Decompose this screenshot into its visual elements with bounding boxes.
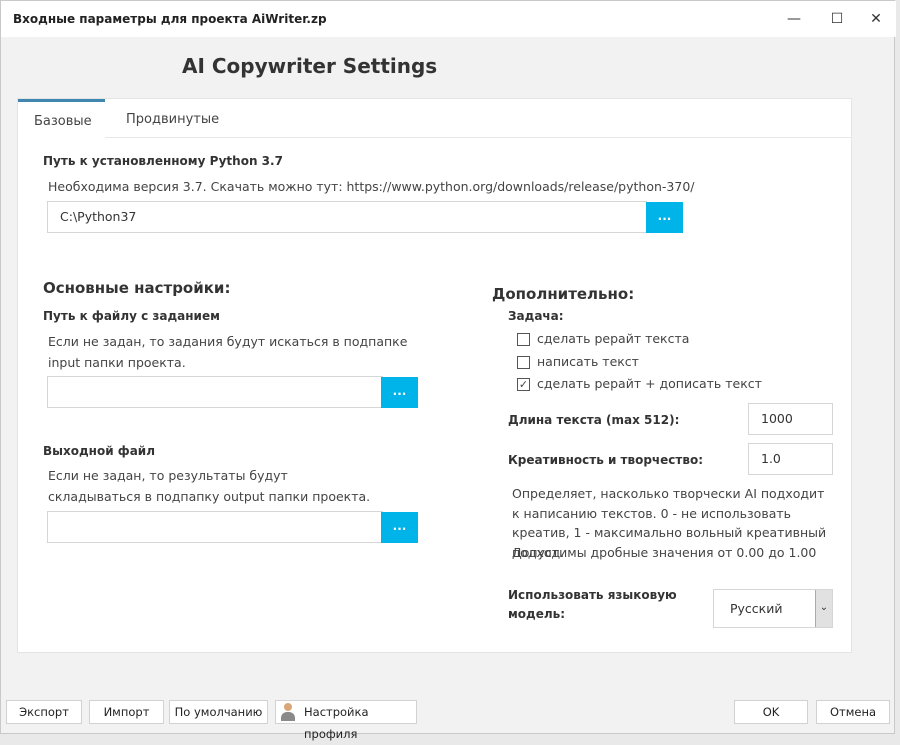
- maximize-button[interactable]: ☐: [815, 5, 859, 33]
- output-file-input[interactable]: [47, 511, 383, 543]
- python-path-hint: Необходима версия 3.7. Скачать можно тут…: [48, 179, 695, 194]
- python-path-label: Путь к установленному Python 3.7: [43, 154, 283, 168]
- option-label: сделать рерайт + дописать текст: [537, 376, 762, 391]
- minimize-button[interactable]: —: [772, 5, 816, 33]
- title-bar: Входные параметры для проекта AiWriter.z…: [1, 1, 896, 37]
- default-button[interactable]: По умолчанию: [169, 700, 268, 724]
- tab-advanced[interactable]: Продвинутые: [110, 99, 235, 138]
- output-file-browse-button[interactable]: ...: [381, 512, 418, 543]
- length-input[interactable]: 1000: [748, 403, 833, 435]
- profile-settings-button[interactable]: Настройка профиля: [275, 700, 417, 741]
- length-label: Длина текста (max 512):: [508, 413, 680, 427]
- task-file-input[interactable]: [47, 376, 383, 408]
- export-button[interactable]: Экспорт: [6, 700, 82, 724]
- chevron-down-icon[interactable]: ⌄: [815, 590, 832, 627]
- settings-panel: Базовые Продвинутые Путь к установленном…: [17, 98, 852, 653]
- model-label: Использовать языковую модель:: [508, 588, 677, 621]
- output-file-label: Выходной файл: [43, 444, 155, 458]
- window-title: Входные параметры для проекта AiWriter.z…: [13, 12, 327, 26]
- import-button[interactable]: Импорт: [89, 700, 164, 724]
- checkbox[interactable]: [517, 333, 530, 346]
- output-file-hint: Если не задан, то результаты будут склад…: [48, 468, 371, 504]
- settings-dialog: Входные параметры для проекта AiWriter.z…: [0, 0, 896, 741]
- task-file-label: Путь к файлу с заданием: [43, 309, 220, 323]
- profile-settings-label: Настройка профиля: [304, 705, 369, 741]
- model-select[interactable]: Русский ⌄: [713, 589, 833, 628]
- checkbox[interactable]: [517, 356, 530, 369]
- creativity-label: Креативность и творчество:: [508, 453, 704, 467]
- cancel-button[interactable]: Отмена: [816, 700, 890, 724]
- ok-button[interactable]: OK: [734, 700, 808, 724]
- option-label: написать текст: [537, 354, 639, 369]
- creativity-range: Допустимы дробные значения от 0.00 до 1.…: [512, 545, 817, 560]
- checkbox-checked[interactable]: ✓: [517, 378, 530, 391]
- option-label: сделать рерайт текста: [537, 331, 690, 346]
- task-file-browse-button[interactable]: ...: [381, 377, 418, 408]
- tab-basic[interactable]: Базовые: [18, 99, 105, 138]
- task-label: Задача:: [508, 309, 564, 323]
- page-title: AI Copywriter Settings: [182, 54, 438, 78]
- python-path-input[interactable]: C:\Python37: [47, 201, 647, 233]
- python-browse-button[interactable]: ...: [646, 202, 683, 233]
- main-settings-title: Основные настройки:: [43, 279, 231, 297]
- creativity-input[interactable]: 1.0: [748, 443, 833, 475]
- close-button[interactable]: ✕: [854, 5, 898, 33]
- model-value: Русский: [730, 601, 783, 616]
- extra-title: Дополнительно:: [492, 285, 635, 303]
- tab-divider: [105, 137, 852, 138]
- task-file-hint: Если не задан, то задания будут искаться…: [48, 334, 408, 370]
- user-icon: [281, 703, 295, 721]
